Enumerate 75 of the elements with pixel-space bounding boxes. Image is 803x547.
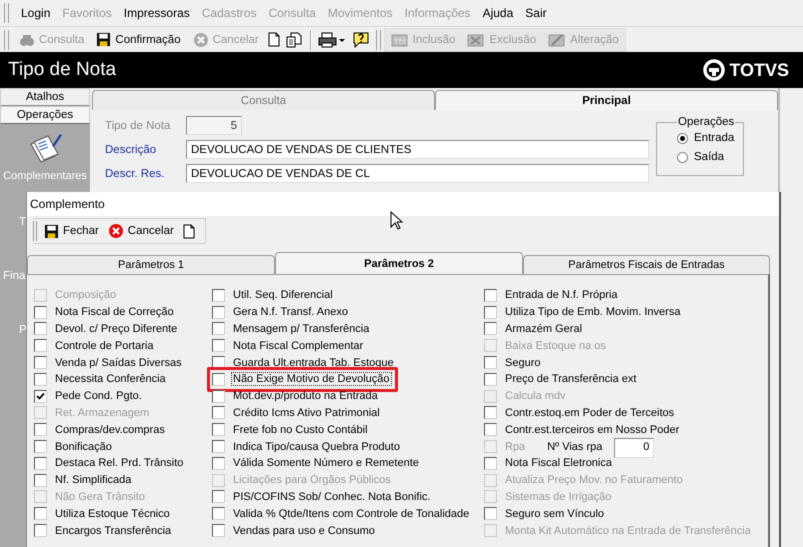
grid-pencil-icon: [548, 32, 566, 48]
checkbox[interactable]: Válida Somente Número e Remetente: [212, 456, 421, 470]
blank-page-icon[interactable]: [182, 224, 195, 238]
checkbox[interactable]: Mot.dev.p/produto na Entrada: [212, 389, 380, 404]
group-title: Operações: [677, 116, 736, 128]
window-title: Tipo de Nota: [8, 59, 116, 81]
tab[interactable]: Parâmetros 2: [275, 252, 523, 274]
printer-icon[interactable]: [318, 32, 346, 48]
input-field[interactable]: DEVOLUCAO DE VENDAS DE CL: [186, 164, 649, 183]
checkbox[interactable]: Util. Seq. Diferencial: [212, 288, 335, 302]
field-label: Tipo de Nota: [105, 120, 172, 132]
copy-pages-icon[interactable]: [286, 32, 304, 48]
radio-button[interactable]: [677, 132, 688, 144]
tab[interactable]: Parâmetros 1: [27, 255, 275, 274]
checkbox[interactable]: Utiliza Tipo de Emb. Movim. Inversa: [484, 305, 682, 320]
cursor-icon: [390, 211, 403, 231]
tab[interactable]: Consulta: [92, 90, 435, 110]
checkbox[interactable]: Destaca Rel. Prd. Trânsito: [34, 456, 186, 470]
tab[interactable]: Principal: [435, 90, 778, 110]
toolbar-button[interactable]: Confirmação: [90, 28, 187, 50]
menu-item[interactable]: Ajuda: [476, 6, 520, 20]
field-label: Nº Vias rpa: [547, 440, 602, 453]
cancel-icon: [192, 32, 209, 48]
checkbox[interactable]: Controle de Portaria: [34, 338, 156, 353]
field-label: Descr. Res.: [105, 168, 166, 180]
menu-item[interactable]: Impressoras: [118, 6, 196, 20]
field-label: Descrição: [105, 144, 158, 156]
checkbox[interactable]: Indica Tipo/causa Quebra Produto: [212, 440, 402, 454]
input-field[interactable]: DEVOLUCAO DE VENDAS DE CLIENTES: [186, 140, 649, 159]
menu-item[interactable]: Sair: [519, 6, 553, 20]
checkbox[interactable]: Venda p/ Saídas Diversas: [34, 356, 184, 370]
checkbox[interactable]: Guarda Ult.entrada Tab. Estoque: [212, 356, 396, 370]
checkbox[interactable]: Contr.estoq.em Poder de Terceitos: [484, 406, 676, 420]
sidebar-tab[interactable]: Operações: [0, 106, 90, 124]
checkbox[interactable]: Frete fob no Custo Contábil: [212, 422, 370, 437]
toolbar-button[interactable]: Fechar: [41, 224, 105, 238]
checkbox[interactable]: Contr.est.terceiros em Nosso Poder: [484, 422, 682, 437]
grid-icon: [390, 32, 409, 48]
radio-label[interactable]: Entrada: [694, 132, 734, 144]
checkbox[interactable]: Vendas para uso e Consumo: [212, 524, 377, 538]
checkbox[interactable]: Crédito Icms Ativo Patrimonial: [212, 406, 382, 420]
checkbox[interactable]: Pede Cond. Pgto.: [34, 389, 144, 404]
checkbox[interactable]: Nota Fiscal Eletronica: [484, 456, 614, 470]
checkbox[interactable]: Utiliza Estoque Técnico: [34, 506, 172, 521]
checkbox[interactable]: Encargos Transferência: [34, 524, 174, 538]
toolbar-button[interactable]: Cancelar: [104, 223, 180, 239]
dialog-title: Complemento: [27, 192, 779, 216]
checkbox[interactable]: PIS/COFINS Sob/ Conhec. Nota Bonific.: [212, 490, 432, 504]
radio-button[interactable]: [677, 152, 688, 162]
checkbox[interactable]: Necessita Conferência: [34, 372, 168, 386]
checkbox[interactable]: Mensagem p/ Transferência: [212, 322, 372, 336]
checkbox[interactable]: Gera N.f. Transf. Anexo: [212, 305, 350, 320]
checkbox[interactable]: Nf. Simplificada: [34, 473, 134, 488]
cancel-icon: [108, 223, 124, 239]
checkbox[interactable]: Entrada de N.f. Própria: [484, 288, 620, 302]
tab[interactable]: Parâmetros Fiscais de Entradas: [523, 255, 770, 274]
checkbox[interactable]: Preço de Transferência ext: [484, 372, 638, 386]
checkbox[interactable]: Nota Fiscal Complementar: [212, 338, 366, 353]
blank-page-icon[interactable]: [268, 32, 280, 47]
grid-cross-icon: [467, 32, 486, 48]
menu-item[interactable]: Login: [15, 6, 56, 20]
logo-text: TOTVS: [729, 60, 789, 80]
help-icon[interactable]: [352, 31, 370, 48]
checkbox[interactable]: Bonificação: [34, 440, 114, 454]
checkbox[interactable]: Nota Fiscal de Correção: [34, 305, 176, 320]
checkbox[interactable]: Armazém Geral: [484, 322, 584, 336]
checkbox[interactable]: Seguro sem Vínculo: [484, 506, 606, 521]
sidebar-tab[interactable]: Atalhos: [0, 88, 90, 106]
checkbox[interactable]: Valida % Qtde/Itens com Controle de Tonalidade: [212, 506, 472, 521]
logo-icon: [703, 59, 726, 81]
checkmark-icon: [36, 392, 45, 401]
checkbox[interactable]: Compras/dev.compras: [34, 422, 167, 437]
checkbox[interactable]: Seguro: [484, 356, 542, 370]
radio-label[interactable]: Saída: [694, 151, 724, 163]
checkbox[interactable]: Devol. c/ Preço Diferente: [34, 322, 180, 336]
